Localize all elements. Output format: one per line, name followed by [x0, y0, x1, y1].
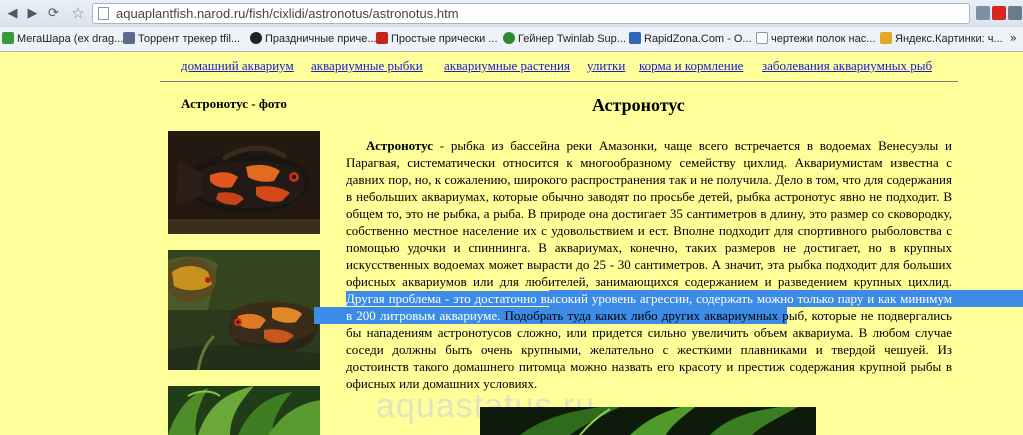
fish-photo-2[interactable] [168, 250, 320, 370]
fish-photo-1[interactable] [168, 131, 320, 234]
url-text[interactable]: aquaplantfish.narod.ru/fish/cixlidi/astr… [116, 5, 459, 23]
text-before-selection: - рыбка из бассейна реки Амазонки, чаще … [346, 138, 952, 289]
yandex-icon[interactable] [992, 6, 1006, 20]
bookmarks-overflow-icon[interactable]: » [1010, 31, 1017, 45]
bookmarks-bar: МегаШара (ex drag... Торрент трекер tfil… [0, 27, 1023, 51]
address-bar[interactable]: aquaplantfish.narod.ru/fish/cixlidi/astr… [92, 3, 970, 24]
document-icon [756, 32, 768, 44]
bookmark-item[interactable]: Яндекс.Картинки: ч... [880, 31, 1003, 47]
folder-icon [880, 32, 892, 44]
nav-link-aquarium-fish[interactable]: аквариумные рыбки [311, 58, 423, 74]
aquarium-photo-3[interactable] [168, 386, 320, 435]
green-check-icon [2, 32, 14, 44]
forward-icon[interactable]: ▶ [24, 5, 41, 22]
bookmark-item[interactable]: Торрент трекер tfil... [123, 31, 240, 47]
article-body: Астронотус - рыбка из бассейна реки Амаз… [346, 137, 952, 392]
bookmark-star-icon[interactable]: ☆ [66, 3, 90, 24]
browser-chrome: ◀ ▶ ⟳ ☆ aquaplantfish.narod.ru/fish/cixl… [0, 0, 1023, 52]
wrench-icon[interactable] [1008, 6, 1022, 20]
eye-icon [250, 32, 262, 44]
bookmark-item[interactable]: чертежи полок нас... [756, 31, 875, 47]
bookmark-item[interactable]: МегаШара (ex drag... [2, 31, 123, 47]
tracker-icon [123, 32, 135, 44]
bottom-photo[interactable] [480, 407, 816, 435]
address-toolbar: ◀ ▶ ⟳ ☆ aquaplantfish.narod.ru/fish/cixl… [0, 0, 1023, 27]
news-icon [376, 32, 388, 44]
article-title: Астронотус [592, 95, 685, 115]
pin-icon [629, 32, 641, 44]
nav-link-food[interactable]: корма и кормление [639, 58, 743, 74]
nav-link-diseases[interactable]: заболевания аквариумных рыб [762, 58, 932, 74]
page-icon [98, 7, 109, 20]
lead-term: Астронотус [366, 138, 434, 153]
top-navigation: домашний аквариум аквариумные рыбки аква… [181, 58, 941, 76]
nav-link-home-aquarium[interactable]: домашний аквариум [181, 58, 294, 74]
page-menu-icon[interactable] [976, 6, 990, 20]
bookmark-item[interactable]: Гейнер Twinlab Sup... [503, 31, 626, 47]
bookmark-item[interactable]: Праздничные приче... [250, 31, 377, 47]
nav-link-snails[interactable]: улитки [587, 58, 625, 74]
sidebar-title: Астронотус - фото [181, 96, 287, 111]
divider [160, 81, 958, 82]
bookmark-item[interactable]: RapidZona.Com - О... [629, 31, 752, 47]
reload-icon[interactable]: ⟳ [45, 5, 62, 22]
back-icon[interactable]: ◀ [4, 5, 21, 22]
bookmark-item[interactable]: Простые прически ... [376, 31, 498, 47]
article-paragraph: Астронотус - рыбка из бассейна реки Амаз… [346, 137, 952, 392]
nav-link-aquarium-plants[interactable]: аквариумные растения [444, 58, 570, 74]
circle-icon [503, 32, 515, 44]
